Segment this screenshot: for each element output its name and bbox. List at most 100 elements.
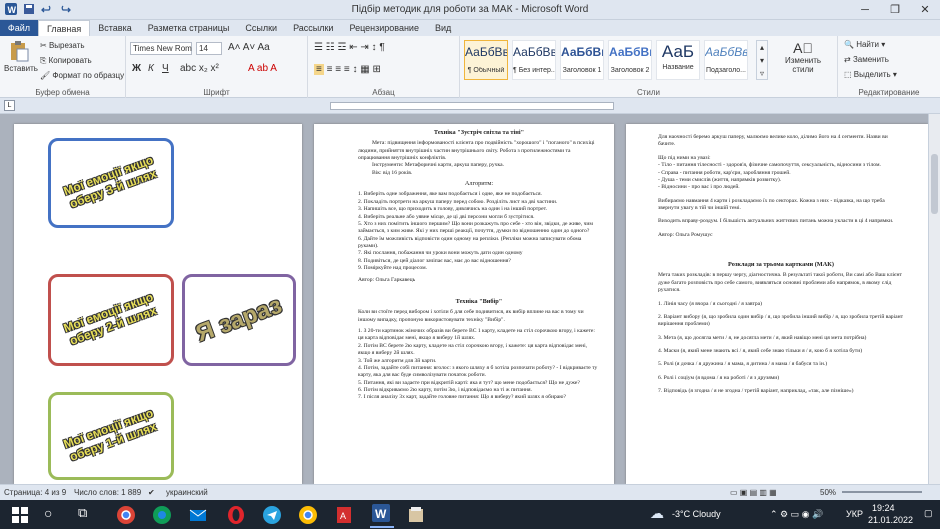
windows-start-icon[interactable] — [10, 505, 30, 525]
heading-light-shadow: Техніка "Зустріч світла та тіні" — [433, 129, 525, 136]
spellcheck-icon[interactable]: ✔ — [148, 488, 155, 497]
heading-choice: Техніка "Вибір" — [455, 297, 503, 305]
bullets-icon[interactable]: ☰ ☷ ☲ ⇤ ⇥ ↕ ¶ — [314, 42, 385, 53]
tab-references[interactable]: Ссылки — [237, 20, 285, 36]
svg-text:A: A — [340, 511, 346, 521]
italic-button[interactable]: К — [148, 63, 154, 74]
tab-view[interactable]: Вид — [427, 20, 459, 36]
grow-font-icon[interactable]: A˄ A˅ Aa — [228, 42, 270, 53]
mail-icon[interactable] — [188, 505, 208, 525]
change-styles-button[interactable]: A⃞ Изменить стили — [778, 40, 828, 74]
horizontal-ruler[interactable]: L — [0, 98, 940, 114]
editing-group-label: Редактирование — [858, 88, 920, 97]
clock-date[interactable]: 21.01.2022 — [868, 515, 913, 525]
chrome-icon-2[interactable] — [298, 505, 318, 525]
maximize-icon[interactable]: ❐ — [880, 0, 910, 20]
align-left-icon[interactable]: ≡ ≡ ≡ ≡ ↕ ▦ ⊞ — [314, 64, 381, 75]
task-view-icon[interactable]: ⧉ — [78, 505, 98, 525]
tab-page-layout[interactable]: Разметка страницы — [140, 20, 238, 36]
card-i-now: Я зараз — [182, 274, 296, 366]
author: Автор: Ольга Ромушус — [658, 231, 713, 238]
card-text: Я зараз — [192, 291, 286, 348]
brush-icon: 🖌 — [40, 71, 53, 80]
font-size-select[interactable]: 14 — [196, 42, 222, 55]
word-count[interactable]: Число слов: 1 889 — [74, 488, 141, 497]
heading-three-cards: Розклади за трьома картками (МАК) — [728, 261, 834, 269]
card-emotions-path-1: Мої емоції якщо оберу 1-й шлях — [48, 392, 174, 480]
card-text: Мої емоції якщо оберу 3-й шлях — [61, 152, 159, 211]
page-cards: Мої емоції якщо оберу 3-й шлях Мої емоці… — [14, 124, 302, 484]
scissors-icon: ✂ — [40, 41, 49, 50]
copy-button[interactable]: ⎘ Копировать — [40, 56, 92, 66]
tab-home[interactable]: Главная — [38, 20, 91, 36]
strikethrough-button[interactable]: abc x₂ x² — [180, 63, 219, 74]
zoom-level[interactable]: 50% — [820, 488, 836, 497]
format-painter-button[interactable]: 🖌 Формат по образцу — [40, 71, 124, 80]
tray-icons[interactable]: ⌃ ⚙ ▭ ◉ 🔊 — [770, 509, 823, 520]
underline-button[interactable]: Ч — [162, 63, 169, 74]
binoculars-icon: 🔍 — [844, 40, 857, 49]
tab-mailings[interactable]: Рассылки — [285, 20, 341, 36]
style-subtitle[interactable]: АаБбВв Подзаголо... — [704, 40, 748, 80]
list-item: 5. Хто з них помітить іншого першим? Що … — [358, 220, 593, 235]
document-area[interactable]: Мої емоції якщо оберу 3-й шлях Мої емоці… — [0, 114, 928, 484]
paste-button[interactable]: Вставить — [4, 40, 38, 73]
chrome-icon[interactable] — [116, 505, 136, 525]
tab-selector-icon[interactable]: L — [4, 100, 15, 111]
word-taskbar-icon[interactable]: W — [370, 502, 394, 528]
find-button[interactable]: 🔍 Найти ▾ — [844, 40, 885, 49]
paragraph: Вибираємо навмання 4 карти і розкладаємо… — [658, 197, 885, 211]
minimize-icon[interactable]: ─ — [850, 0, 880, 20]
list-item: 3. Мета (я, що досягла мети / я, не дося… — [658, 334, 867, 341]
notifications-icon[interactable]: ▢ — [924, 508, 933, 519]
taskbar: ○ ⧉ A W ☁ -3°C Cloudy ⌃ ⚙ ▭ ◉ 🔊 УКР 19:2… — [0, 500, 940, 529]
paragraph-group-label: Абзац — [372, 88, 395, 97]
scroll-thumb[interactable] — [931, 154, 938, 214]
select-button[interactable]: ⬚ Выделить ▾ — [844, 70, 897, 79]
style-name: ¶ Без интер... — [513, 67, 555, 74]
vertical-scrollbar[interactable] — [928, 114, 940, 484]
opera-icon[interactable] — [226, 505, 246, 525]
font-name-select[interactable]: Times New Rom — [130, 42, 192, 55]
title-bar: W Підбір методик для роботи за МАК - Mic… — [0, 0, 940, 20]
tab-file[interactable]: Файл — [0, 20, 38, 36]
copy-label: Копировать — [48, 56, 92, 65]
author: Автор: Ольга Гаркавець — [358, 276, 416, 283]
list-item: 3. Той же алгоритм для 3й карти. — [358, 357, 437, 364]
cursor-icon: ⬚ — [844, 70, 854, 79]
paragraph: Виходить вправу-роздум. І більшість акту… — [658, 218, 894, 225]
format-painter-label: Формат по образцу — [52, 71, 125, 80]
list-item: 4. Виберіть реальне або уявне місце, де … — [358, 213, 535, 220]
list-item: 4. Потім, задайте собі питання: вголос: … — [358, 364, 598, 379]
files-icon[interactable] — [406, 505, 426, 525]
zoom-slider[interactable] — [842, 491, 922, 493]
style-no-spacing[interactable]: АаБбВвГг, ¶ Без интер... — [512, 40, 556, 80]
font-color-button[interactable]: A ab A — [248, 63, 277, 74]
replace-button[interactable]: ⇄ Заменить — [844, 55, 889, 64]
keyboard-language[interactable]: УКР — [846, 509, 863, 519]
style-title[interactable]: АаБ Название — [656, 40, 700, 80]
paragraph: Для наочності беремо аркуш паперу, малює… — [658, 134, 888, 148]
style-normal[interactable]: АаБбВвГг, ¶ Обычный — [464, 40, 508, 80]
tab-review[interactable]: Рецензирование — [341, 20, 427, 36]
bold-button[interactable]: Ж — [132, 63, 141, 74]
page-count[interactable]: Страница: 4 из 9 — [4, 488, 66, 497]
list-item: 3. Напишіть все, що приходить в голову, … — [358, 206, 547, 213]
language-status[interactable]: украинский — [166, 488, 208, 497]
edge-icon[interactable] — [152, 505, 172, 525]
view-mode-icons[interactable]: ▭ ▣ ▤ ▥ ▦ — [730, 488, 777, 497]
clock-time[interactable]: 19:24 — [872, 503, 895, 513]
editing-group: 🔍 Найти ▾ ⇄ Заменить ⬚ Выделить ▾ Редакт… — [838, 36, 940, 98]
style-heading-1[interactable]: АаБбВв Заголовок 1 — [560, 40, 604, 80]
style-heading-2[interactable]: АаБбВв Заголовок 2 — [608, 40, 652, 80]
search-icon[interactable]: ○ — [44, 505, 64, 525]
styles-scroll-icon[interactable]: ▴ ▾ ▿ — [756, 40, 768, 80]
font-group-label: Шрифт — [203, 88, 230, 97]
acrobat-icon[interactable]: A — [334, 505, 354, 525]
tab-insert[interactable]: Вставка — [90, 20, 139, 36]
close-icon[interactable]: ✕ — [910, 0, 940, 20]
telegram-icon[interactable] — [262, 505, 282, 525]
svg-text:W: W — [375, 507, 387, 521]
weather-text[interactable]: -3°C Cloudy — [672, 509, 721, 519]
cut-button[interactable]: ✂ Вырезать — [40, 41, 85, 50]
